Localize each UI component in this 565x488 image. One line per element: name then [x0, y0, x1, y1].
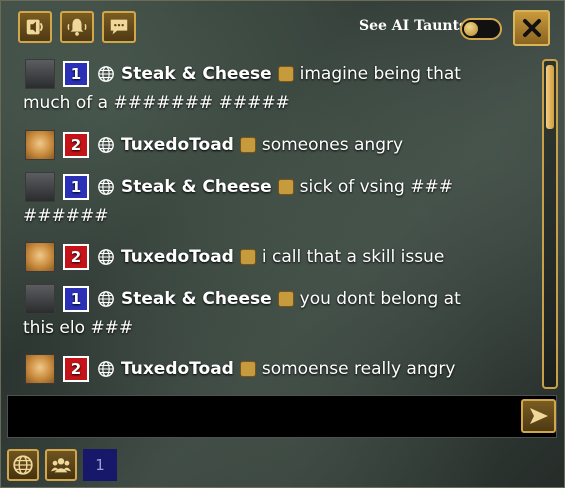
- notification-button[interactable]: [60, 11, 94, 43]
- global-channel-button[interactable]: [7, 449, 39, 481]
- player-avatar[interactable]: [25, 284, 55, 314]
- chat-input-bar: [7, 395, 557, 438]
- scrollbar-thumb[interactable]: [546, 65, 554, 129]
- team-icon: [50, 458, 72, 473]
- team-number-badge: 2: [63, 356, 89, 382]
- rank-badge-icon: [239, 137, 256, 153]
- ai-taunts-toggle[interactable]: [460, 18, 502, 40]
- chat-scrollbar[interactable]: [542, 59, 558, 389]
- rank-badge-icon: [239, 361, 256, 377]
- speaker-volume-icon: [26, 19, 43, 35]
- chat-message: 1 Steak & Cheese sick of vsing ### ######: [23, 172, 493, 230]
- rank-badge-icon: [277, 291, 294, 307]
- player-avatar[interactable]: [25, 59, 55, 89]
- player-name[interactable]: TuxedoToad: [121, 359, 234, 379]
- player-avatar[interactable]: [25, 130, 55, 160]
- channel-number[interactable]: 1: [83, 449, 117, 481]
- chat-message: 2 TuxedoToad someones angry: [23, 130, 493, 160]
- team-number-badge: 1: [63, 174, 89, 200]
- rank-badge-icon: [239, 249, 256, 265]
- chat-button[interactable]: [102, 11, 136, 43]
- chat-panel: See AI Taunts 1 Steak & Cheese imagine bei…: [0, 0, 565, 488]
- player-avatar[interactable]: [25, 242, 55, 272]
- chat-log: 1 Steak & Cheese imagine being that much o…: [23, 59, 533, 389]
- rank-badge-icon: [277, 66, 294, 82]
- globe-icon: [13, 455, 33, 475]
- team-number-badge: 2: [63, 132, 89, 158]
- toggle-knob: [464, 22, 478, 36]
- player-name[interactable]: TuxedoToad: [121, 135, 234, 155]
- speaker-volume-button[interactable]: [18, 11, 52, 43]
- team-number-badge: 2: [63, 244, 89, 270]
- close-button[interactable]: [513, 10, 550, 46]
- send-arrow-icon: [529, 408, 548, 424]
- send-button[interactable]: [521, 399, 556, 433]
- globe-icon: [98, 291, 114, 307]
- globe-icon: [98, 249, 114, 265]
- message-text: i call that a skill issue: [261, 247, 445, 267]
- globe-icon: [98, 66, 114, 82]
- team-number-badge: 1: [63, 286, 89, 312]
- player-avatar[interactable]: [25, 172, 55, 202]
- player-avatar[interactable]: [25, 354, 55, 384]
- chat-message: 2 TuxedoToad i call that a skill issue: [23, 242, 493, 272]
- player-name[interactable]: Steak & Cheese: [121, 289, 272, 309]
- chat-message: 1 Steak & Cheese imagine being that much o…: [23, 59, 493, 117]
- team-channel-button[interactable]: [45, 449, 77, 481]
- chat-message: 1 Steak & Cheese you dont belong at this e…: [23, 284, 493, 342]
- player-name[interactable]: TuxedoToad: [121, 247, 234, 267]
- globe-icon: [98, 137, 114, 153]
- ai-taunts-label: See AI Taunts: [359, 18, 467, 34]
- rank-badge-icon: [277, 179, 294, 195]
- player-name[interactable]: Steak & Cheese: [121, 64, 272, 84]
- player-name[interactable]: Steak & Cheese: [121, 177, 272, 197]
- close-icon: [522, 19, 541, 37]
- message-text: someones angry: [261, 135, 404, 155]
- chat-bubble-icon: [110, 19, 128, 35]
- message-text: somoense really angry: [261, 359, 456, 379]
- team-number-badge: 1: [63, 61, 89, 87]
- globe-icon: [98, 179, 114, 195]
- chat-message: 2 TuxedoToad somoense really angry: [23, 354, 493, 384]
- bell-icon: [67, 18, 87, 36]
- globe-icon: [98, 361, 114, 377]
- chat-input[interactable]: [14, 404, 518, 432]
